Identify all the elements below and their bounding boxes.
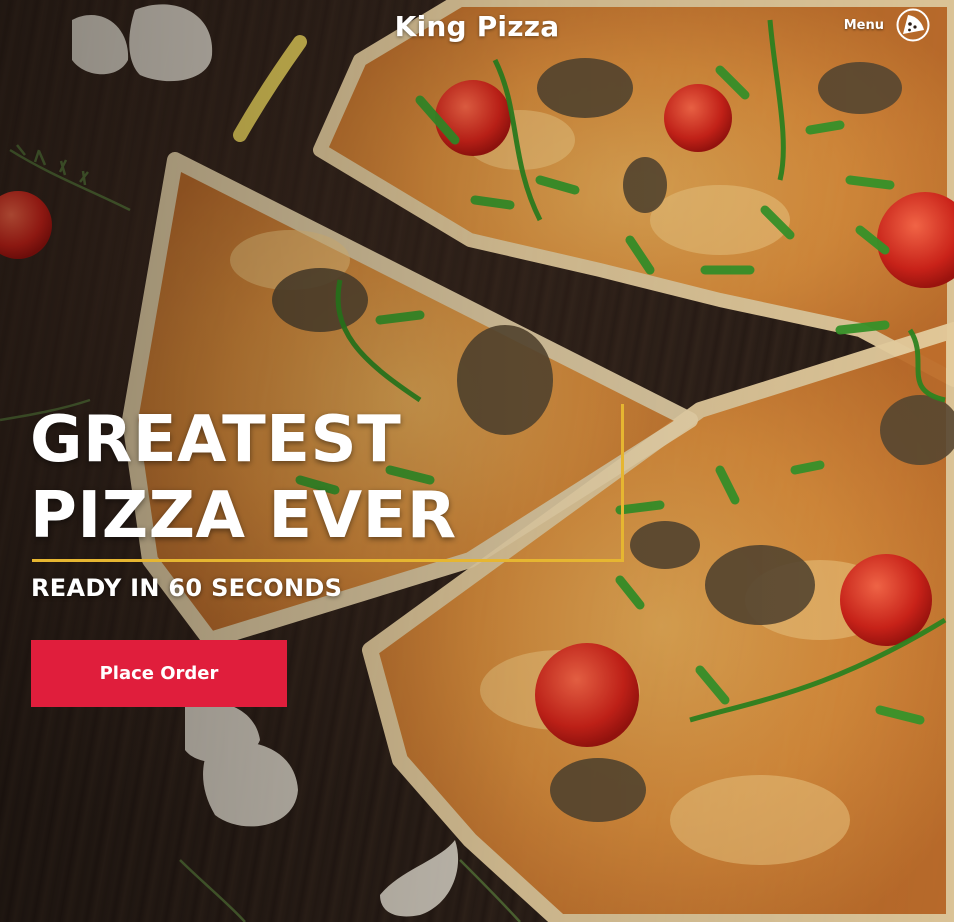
brand-logo[interactable]: King Pizza [0, 10, 954, 43]
headline-line-2: PIZZA EVER [30, 479, 457, 553]
menu-button[interactable]: Menu [844, 8, 930, 42]
hero-headline: GREATEST PIZZA EVER [30, 402, 457, 554]
place-order-button[interactable]: Place Order [31, 640, 287, 707]
hero-section: King Pizza Menu GREATEST PIZZA EVER READ… [0, 0, 954, 922]
menu-label: Menu [843, 17, 884, 33]
hero-subheadline: READY IN 60 SECONDS [31, 574, 343, 602]
pizza-slice-icon [896, 8, 930, 42]
headline-line-1: GREATEST [30, 403, 402, 477]
